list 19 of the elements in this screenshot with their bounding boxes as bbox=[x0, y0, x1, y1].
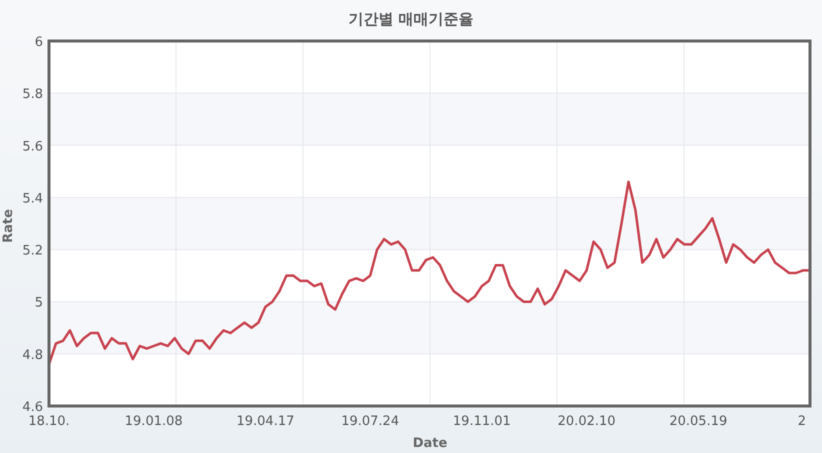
y-tick-label: 4.6 bbox=[22, 400, 43, 415]
y-tick-label: 5.4 bbox=[22, 191, 43, 206]
chart-title: 기간별 매매기준율 bbox=[348, 10, 474, 28]
y-axis-title: Rate bbox=[1, 209, 16, 243]
x-tick-label: 20.02.10 bbox=[558, 414, 616, 429]
y-tick-label: 4.8 bbox=[22, 348, 43, 363]
x-tick-label: 19.07.24 bbox=[341, 414, 400, 429]
y-tick-label: 5.6 bbox=[22, 139, 43, 154]
y-tick-label: 5.2 bbox=[22, 244, 43, 259]
x-tick-label: 18.10. bbox=[28, 414, 70, 429]
x-tick-label: 19.01.08 bbox=[124, 414, 183, 429]
x-axis-title: Date bbox=[412, 436, 448, 451]
y-tick-label: 5.8 bbox=[22, 87, 43, 102]
x-tick-label: 20.05.19 bbox=[669, 414, 728, 429]
x-tick-label: 19.11.01 bbox=[452, 414, 511, 429]
y-tick-label: 6 bbox=[34, 35, 43, 50]
x-tick-label: 2 bbox=[798, 414, 806, 429]
y-tick-label: 5 bbox=[34, 296, 43, 311]
x-tick-label: 19.04.17 bbox=[236, 414, 294, 429]
